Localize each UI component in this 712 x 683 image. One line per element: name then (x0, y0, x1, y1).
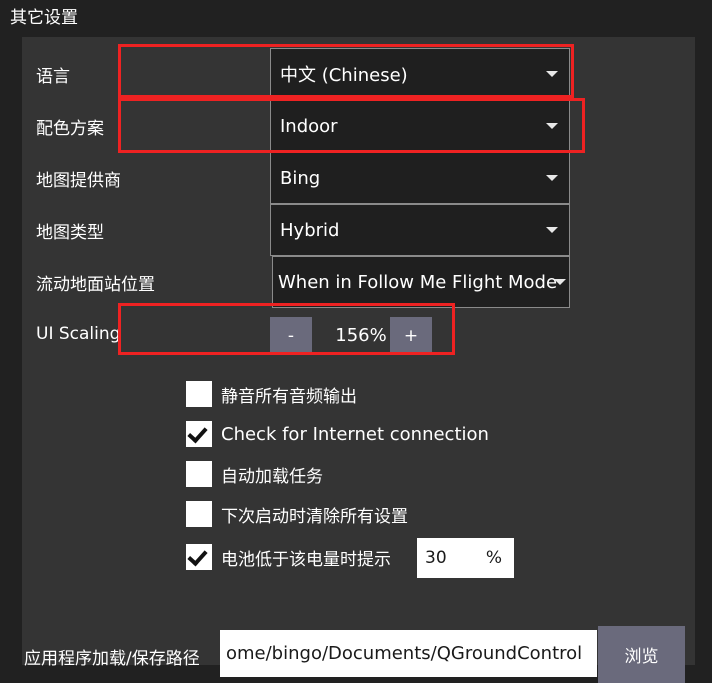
color-scheme-dropdown-value: Indoor (280, 115, 338, 137)
checkbox-clear-settings[interactable] (186, 501, 212, 527)
ui-scaling-increase-button[interactable]: + (390, 317, 432, 354)
setting-row-gcs-position: 流动地面站位置 (36, 256, 276, 308)
battery-threshold-input[interactable]: 30 % (417, 538, 514, 578)
browse-button-label: 浏览 (624, 647, 659, 667)
setting-label-color-scheme: 配色方案 (36, 118, 104, 139)
setting-label-language: 语言 (36, 66, 70, 87)
battery-threshold-value: 30 (425, 548, 447, 568)
checkbox-autoload-mission[interactable] (186, 461, 212, 487)
checkbox-row-clear-settings[interactable]: 下次启动时清除所有设置 (186, 500, 408, 528)
checkbox-row-mute-audio[interactable]: 静音所有音频输出 (186, 380, 357, 408)
save-path-label: 应用程序加载/保存路径 (24, 649, 200, 669)
setting-row-language: 语言 (36, 48, 276, 100)
gcs-position-dropdown[interactable]: When in Follow Me Flight Mode (272, 256, 570, 308)
setting-row-ui-scaling: UI Scaling (36, 308, 276, 360)
setting-label-gcs-position: 流动地面站位置 (36, 274, 155, 295)
checkbox-label-battery-warning: 电池低于该电量时提示 (221, 549, 391, 570)
setting-label-map-provider: 地图提供商 (36, 170, 121, 191)
checkbox-row-internet-check[interactable]: Check for Internet connection (186, 420, 489, 448)
map-provider-dropdown[interactable]: Bing (270, 152, 570, 204)
checkbox-mute-audio[interactable] (186, 381, 212, 407)
chevron-down-icon (541, 71, 563, 77)
window-header: 其它设置 (0, 0, 712, 37)
setting-label-map-type: 地图类型 (36, 222, 104, 243)
setting-label-ui-scaling: UI Scaling (36, 324, 121, 344)
ui-scaling-decrease-label: - (287, 325, 295, 346)
setting-row-map-provider: 地图提供商 (36, 152, 276, 204)
language-dropdown-value: 中文 (Chinese) (280, 65, 408, 86)
map-provider-dropdown-value: Bing (280, 167, 321, 189)
checkbox-label-autoload-mission: 自动加载任务 (221, 466, 323, 487)
checkbox-internet-check[interactable] (186, 421, 212, 447)
setting-row-map-type: 地图类型 (36, 204, 276, 256)
battery-threshold-suffix: % (485, 548, 502, 568)
page-title: 其它设置 (10, 8, 78, 28)
checkbox-row-autoload-mission[interactable]: 自动加载任务 (186, 460, 323, 488)
ui-scaling-decrease-button[interactable]: - (270, 317, 312, 354)
checkbox-label-internet-check: Check for Internet connection (221, 423, 489, 445)
color-scheme-dropdown[interactable]: Indoor (270, 100, 570, 152)
checkbox-battery-warning[interactable] (186, 544, 212, 570)
chevron-down-icon (541, 175, 563, 181)
chevron-down-icon (553, 279, 567, 285)
map-type-dropdown[interactable]: Hybrid (270, 204, 570, 256)
map-type-dropdown-value: Hybrid (280, 219, 340, 241)
settings-panel: 语言 中文 (Chinese) 配色方案 Indoor 地图提供商 Bing 地… (22, 37, 695, 683)
language-dropdown[interactable]: 中文 (Chinese) (270, 48, 570, 100)
chevron-down-icon (541, 227, 563, 233)
gcs-position-dropdown-value: When in Follow Me Flight Mode (278, 271, 558, 293)
ui-scaling-increase-label: + (403, 325, 419, 346)
checkbox-label-mute-audio: 静音所有音频输出 (221, 386, 357, 407)
checkbox-label-clear-settings: 下次启动时清除所有设置 (221, 506, 408, 527)
setting-row-color-scheme: 配色方案 (36, 100, 276, 152)
browse-button[interactable]: 浏览 (598, 626, 685, 683)
save-path-input[interactable]: ome/bingo/Documents/QGroundControl (220, 630, 597, 677)
checkbox-row-battery-warning[interactable]: 电池低于该电量时提示 (186, 543, 391, 571)
save-path-value: ome/bingo/Documents/QGroundControl (226, 643, 583, 664)
chevron-down-icon (541, 123, 563, 129)
